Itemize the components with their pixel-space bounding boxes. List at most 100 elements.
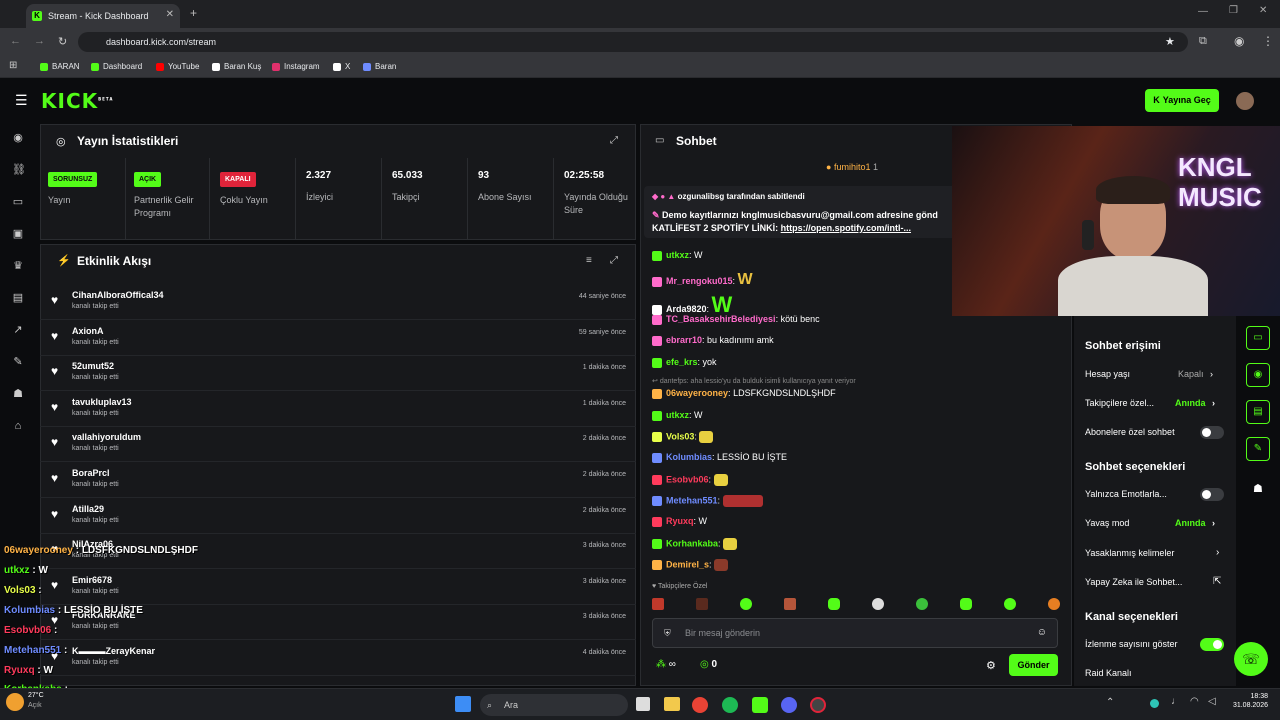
event-username[interactable]: Atilla29	[72, 504, 104, 514]
hamburger-menu-icon[interactable]: ☰	[15, 92, 28, 109]
store-icon[interactable]: ⌂	[12, 420, 24, 432]
chat-username[interactable]: utkxz	[666, 410, 689, 420]
emote-icon[interactable]	[1048, 598, 1060, 610]
event-username[interactable]: vallahiyoruldum	[72, 432, 141, 442]
chat-settings-gear-icon[interactable]: ⚙	[986, 659, 996, 672]
emote-icon[interactable]	[784, 598, 796, 610]
chat-username[interactable]: Korhankaba	[666, 538, 718, 548]
window-icon[interactable]: ▭	[12, 196, 24, 208]
extensions-icon[interactable]: ⧉	[1199, 35, 1207, 48]
minimize-icon[interactable]: —	[1198, 6, 1208, 17]
kicks-display[interactable]: ◎ 0	[700, 659, 717, 670]
tools-rail-icon[interactable]: ✎	[1246, 437, 1270, 461]
emote-icon[interactable]	[696, 598, 708, 610]
stream-rail-icon[interactable]: ◉	[1246, 363, 1270, 387]
chat-username[interactable]: utkxz	[666, 250, 689, 260]
filter-icon[interactable]: ≡	[586, 255, 592, 266]
emote-icon[interactable]	[652, 598, 664, 610]
bookmark-item[interactable]: Instagram	[272, 62, 320, 71]
chat-username[interactable]: efe_krs	[666, 357, 698, 367]
bookmark-item[interactable]: X	[333, 62, 350, 71]
spotify-icon[interactable]	[722, 697, 738, 713]
url-field[interactable]: dashboard.kick.com/stream	[78, 32, 1188, 52]
event-username[interactable]: AxionA	[72, 326, 104, 336]
back-icon[interactable]: ←	[10, 35, 21, 47]
menu-icon[interactable]: ⋮	[1262, 34, 1274, 48]
chat-username[interactable]: Vols03	[666, 431, 694, 441]
emote-icon[interactable]	[960, 598, 972, 610]
users-icon[interactable]: ☗	[12, 388, 24, 400]
profile-icon[interactable]: ◉	[1234, 34, 1244, 48]
close-window-icon[interactable]: ✕	[1259, 5, 1267, 16]
banned-words-setting[interactable]: Yasaklanmış kelimeler	[1085, 548, 1174, 558]
tray-chevron-icon[interactable]: ⌃	[1106, 697, 1114, 708]
account-age-setting[interactable]: Hesap yaşı	[1085, 369, 1130, 379]
link-icon[interactable]: ⛓	[12, 164, 26, 176]
windows-start-icon[interactable]	[455, 696, 471, 712]
tray-app-icon[interactable]	[1150, 699, 1159, 708]
bookmark-star-icon[interactable]: ★	[1165, 35, 1175, 48]
chat-username[interactable]: Arda9820	[666, 304, 707, 314]
bookmark-item[interactable]: Dashboard	[91, 62, 142, 71]
kick-app-icon[interactable]	[752, 697, 768, 713]
reload-icon[interactable]: ↻	[58, 35, 67, 48]
support-icon[interactable]: ☏	[1234, 642, 1268, 676]
clock[interactable]: 18:38 31.08.2026	[1228, 693, 1268, 709]
new-tab-icon[interactable]: +	[190, 6, 197, 20]
mic-icon[interactable]: ♩	[1171, 696, 1181, 707]
obs-icon[interactable]	[810, 697, 826, 713]
ai-chat-setting[interactable]: Yapay Zeka ile Sohbet...	[1085, 577, 1182, 587]
close-tab-icon[interactable]: ✕	[166, 9, 174, 20]
send-button[interactable]: Gönder	[1009, 654, 1058, 676]
followers-only-setting[interactable]: Takipçilere özel...	[1085, 398, 1154, 408]
expand-icon[interactable]: ⤢	[610, 255, 618, 266]
emotes-only-toggle[interactable]	[1200, 488, 1224, 501]
video-icon[interactable]: ▤	[12, 292, 24, 304]
event-username[interactable]: 52umut52	[72, 361, 114, 371]
avatar[interactable]	[1236, 92, 1254, 110]
chat-username[interactable]: ebrarr10	[666, 335, 702, 345]
wrench-icon[interactable]: ✎	[12, 356, 24, 368]
volume-icon[interactable]: ◁	[1208, 696, 1216, 707]
emote-icon[interactable]	[872, 598, 884, 610]
chat-username[interactable]: Ryuxq	[666, 516, 694, 526]
subs-only-toggle[interactable]	[1200, 426, 1224, 439]
dashboard-icon[interactable]: ▣	[12, 228, 24, 240]
event-username[interactable]: K▬▬▬ZerayKenar	[72, 646, 155, 656]
event-username[interactable]: tavukluplav13	[72, 397, 132, 407]
chat-input[interactable]: ⛨ Bir mesaj gönderin ☺	[652, 618, 1058, 648]
chat-username[interactable]: Esobvb06	[666, 474, 709, 484]
event-username[interactable]: BoraPrcl	[72, 468, 110, 478]
event-username[interactable]: CihanAlboraOffical34	[72, 290, 164, 300]
go-live-button[interactable]: K Yayına Geç	[1145, 89, 1219, 112]
apps-grid-icon[interactable]: ⊞	[9, 60, 17, 71]
analytics-icon[interactable]: ↗	[12, 324, 24, 336]
kick-logo[interactable]: KICKBETA	[41, 89, 113, 113]
chat-username[interactable]: 06wayerooney	[666, 388, 728, 398]
points-display[interactable]: ⁂ ∞	[656, 659, 676, 670]
chat-username[interactable]: Metehan551	[666, 495, 718, 505]
chat-rail-icon[interactable]: ▭	[1246, 326, 1270, 350]
trophy-icon[interactable]: ♛	[12, 260, 24, 272]
users-rail-icon[interactable]: ☗	[1253, 482, 1263, 495]
forward-icon[interactable]: →	[34, 35, 45, 47]
bookmark-item[interactable]: BARAN	[40, 62, 80, 71]
raid-setting[interactable]: Raid Kanalı	[1085, 668, 1132, 678]
browser-tab[interactable]: K Stream - Kick Dashboard ✕	[26, 4, 180, 28]
stream-icon[interactable]: ◉	[12, 132, 24, 144]
emote-icon[interactable]	[1004, 598, 1016, 610]
chat-username[interactable]: TC_BasaksehirBelediyesi	[666, 314, 776, 324]
file-explorer-icon[interactable]	[664, 697, 680, 711]
bookmark-item[interactable]: Baran Kuş	[212, 62, 261, 71]
bookmark-item[interactable]: YouTube	[156, 62, 199, 71]
maximize-icon[interactable]: ❐	[1229, 5, 1238, 16]
discord-icon[interactable]	[781, 697, 797, 713]
expand-icon[interactable]: ⤢	[610, 135, 618, 146]
show-viewers-toggle[interactable]	[1200, 638, 1224, 651]
bookmark-item[interactable]: Baran	[363, 62, 396, 71]
emote-icon[interactable]	[916, 598, 928, 610]
task-view-icon[interactable]	[636, 697, 650, 711]
emote-icon[interactable]	[828, 598, 840, 610]
video-rail-icon[interactable]: ▤	[1246, 400, 1270, 424]
slow-mode-setting[interactable]: Yavaş mod	[1085, 518, 1129, 528]
